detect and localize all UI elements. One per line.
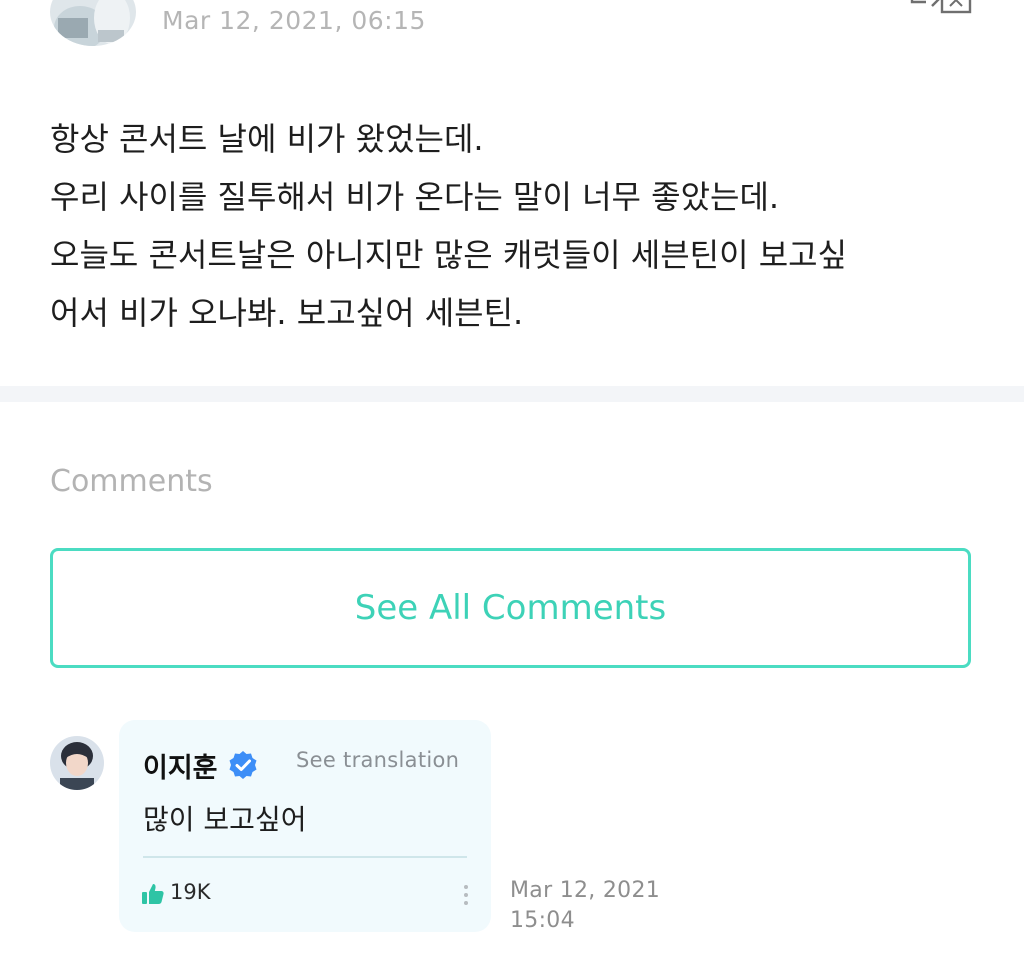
section-divider [0, 386, 1024, 402]
post-line: 오늘도 콘서트날은 아니지만 많은 캐럿들이 세븐틴이 보고싶 [50, 236, 848, 274]
comment-author-name[interactable]: 이지훈 [143, 746, 218, 785]
thumbs-up-icon[interactable] [141, 882, 165, 906]
post-date: Mar 12, 2021, 06:15 [162, 6, 426, 35]
comments-heading: Comments [50, 464, 213, 499]
post-line: 항상 콘서트 날에 비가 왔었는데. [50, 120, 484, 158]
post-line: 어서 비가 오나봐. 보고싶어 세븐틴. [50, 294, 524, 332]
comment-text: 많이 보고싶어 [143, 803, 307, 836]
verified-badge-icon [228, 750, 258, 780]
like-count: 19K [170, 880, 211, 904]
more-vertical-icon[interactable] [456, 882, 476, 910]
post-line: 우리 사이를 질투해서 비가 온다는 말이 너무 좋았는데. [50, 178, 780, 216]
comment-author-avatar[interactable] [50, 736, 104, 790]
comment-bubble: 이지훈 See translation 많이 보고싶어 19K [119, 720, 491, 932]
see-all-comments-button[interactable]: See All Comments [50, 548, 971, 668]
post-body: 항상 콘서트 날에 비가 왔었는데. 우리 사이를 질투해서 비가 온다는 말이… [50, 110, 990, 342]
comment-divider [143, 856, 467, 858]
comment-date: Mar 12, 2021 15:04 [510, 876, 660, 936]
post-author-avatar[interactable] [50, 0, 136, 46]
comment-date-day: Mar 12, 2021 [510, 878, 661, 903]
see-translation-link[interactable]: See translation [296, 748, 459, 772]
post-detail-page: Mar 12, 2021, 06:15 항상 콘서트 날에 비가 왔었는데. 우… [0, 0, 1024, 956]
translate-icon[interactable] [906, 0, 972, 22]
comment-date-time: 15:04 [510, 908, 575, 933]
